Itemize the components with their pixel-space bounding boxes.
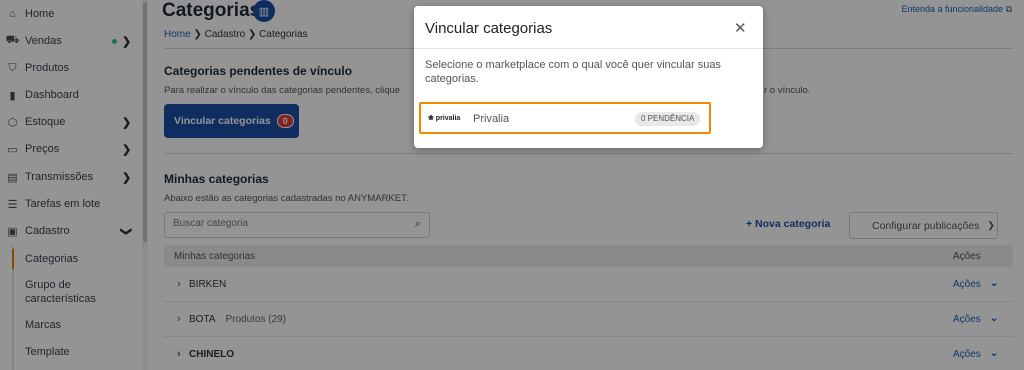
marketplace-name: Privalia <box>473 113 510 125</box>
privalia-logo: ❀ privalia <box>428 115 461 122</box>
marketplace-option-privalia[interactable]: ❀ privalia Privalia 0 PENDÊNCIA <box>419 102 711 134</box>
link-categories-modal: Vincular categorias ✕ Selecione o market… <box>414 6 763 148</box>
pending-status-badge: 0 PENDÊNCIA <box>635 112 701 126</box>
close-icon[interactable]: ✕ <box>734 19 747 37</box>
modal-title: Vincular categorias <box>425 20 553 37</box>
divider <box>414 48 763 49</box>
modal-instructions: Selecione o marketplace com o qual você … <box>425 59 721 85</box>
